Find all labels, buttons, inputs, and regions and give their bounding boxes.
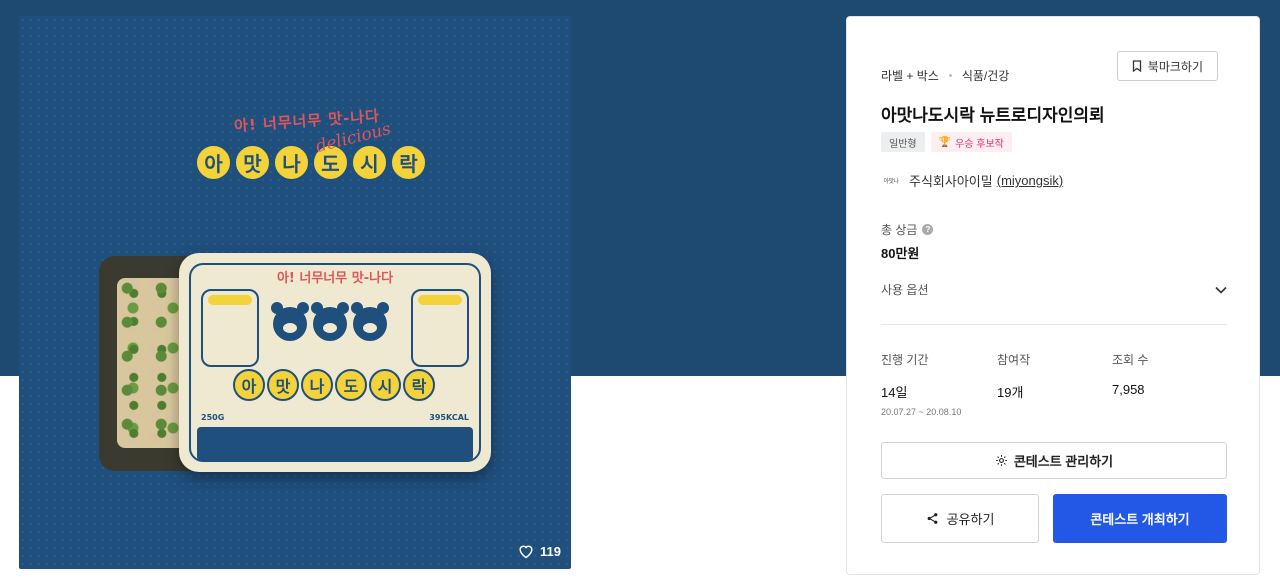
manage-contest-button[interactable]: 콘테스트 관리하기 bbox=[881, 442, 1227, 479]
host-contest-button[interactable]: 콘테스트 개최하기 bbox=[1053, 494, 1227, 543]
like-button[interactable]: 119 bbox=[517, 543, 561, 559]
lid-brand-logo: 아 맛 나 도 시 락 bbox=[233, 369, 435, 401]
brand-char: 아 bbox=[233, 369, 265, 401]
brand-char: 나 bbox=[273, 144, 310, 181]
owner-company: 주식회사아이밀 bbox=[909, 174, 993, 189]
lid-calories: 395KCAL bbox=[429, 413, 469, 422]
bookmark-button[interactable]: 북마크하기 bbox=[1116, 51, 1218, 81]
bear-mascots bbox=[271, 302, 389, 341]
stat-duration-range: 20.07.27 ~ 20.08.10 bbox=[881, 407, 962, 417]
type-badge: 일반형 bbox=[881, 132, 925, 152]
stat-duration-value: 14일 bbox=[881, 385, 908, 400]
brand-char: 시 bbox=[369, 369, 401, 401]
usage-options-label: 사용 옵션 bbox=[881, 283, 929, 297]
bookmark-label: 북마크하기 bbox=[1147, 59, 1203, 74]
like-count: 119 bbox=[540, 543, 561, 559]
brand-char: 맛 bbox=[234, 144, 271, 181]
brand-char: 나 bbox=[301, 369, 333, 401]
breadcrumb-subcategory[interactable]: 식품/건강 bbox=[962, 67, 1010, 84]
trophy-icon: 🏆 bbox=[938, 136, 952, 148]
owner-username-link[interactable]: (miyongsik) bbox=[997, 173, 1063, 188]
stat-participants-value: 19개 bbox=[997, 385, 1024, 400]
chevron-down-icon bbox=[1215, 286, 1227, 294]
breadcrumb-category[interactable]: 라벨 + 박스 bbox=[881, 67, 939, 84]
lid-badge-right bbox=[411, 289, 469, 367]
bear-icon bbox=[311, 302, 349, 341]
share-icon bbox=[927, 513, 937, 524]
heart-icon bbox=[519, 545, 533, 559]
stat-duration-label: 진행 기간 bbox=[881, 353, 929, 367]
contest-tags: 일반형 🏆 우승 후보작 bbox=[881, 132, 1012, 152]
brand-char: 맛 bbox=[267, 369, 299, 401]
contest-artwork-image[interactable]: 아! 너무너무 맛-나다 아 맛 나 도 시 락 delicious 아! 너무… bbox=[19, 16, 571, 569]
prize-value: 80만원 bbox=[881, 246, 920, 261]
stat-views-label: 조회 수 bbox=[1112, 353, 1149, 367]
owner-logo: 아맛나 bbox=[883, 179, 899, 185]
brand-char: 락 bbox=[390, 144, 427, 181]
gear-icon bbox=[995, 455, 1007, 466]
breadcrumb-separator bbox=[948, 74, 952, 77]
stat-participants-label: 참여작 bbox=[997, 353, 1031, 367]
stat-duration: 진행 기간 14일 20.07.27 ~ 20.08.10 bbox=[881, 351, 961, 417]
prize-label-text: 총 상금 bbox=[881, 223, 918, 237]
bear-icon bbox=[351, 302, 389, 341]
award-badge-label: 우승 후보작 bbox=[955, 138, 1004, 150]
contest-title: 아맛나도시락 뉴트로디자인의뢰 bbox=[881, 106, 1105, 125]
stat-participants: 참여작 19개 bbox=[997, 351, 1030, 401]
owner-info[interactable]: 아맛나 주식회사아이밀 (miyongsik) bbox=[881, 171, 1063, 190]
award-badge: 🏆 우승 후보작 bbox=[930, 132, 1012, 152]
lid-info-strip bbox=[197, 427, 473, 461]
contest-info-panel: 라벨 + 박스 식품/건강 북마크하기 아맛나도시락 뉴트로디자인의뢰 일반형 … bbox=[846, 16, 1260, 575]
brand-char: 아 bbox=[195, 144, 232, 181]
breadcrumb: 라벨 + 박스 식품/건강 bbox=[881, 67, 1009, 84]
brand-char: 락 bbox=[403, 369, 435, 401]
brand-char: 시 bbox=[351, 144, 388, 181]
share-label: 공유하기 bbox=[946, 512, 995, 527]
prize-label: 총 상금 ? bbox=[881, 221, 934, 238]
lunchbox-lid: 아! 너무너무 맛-나다 아 맛 나 도 시 락 250G 395KCAL bbox=[179, 253, 491, 472]
help-icon[interactable]: ? bbox=[922, 224, 934, 235]
share-button[interactable]: 공유하기 bbox=[881, 494, 1039, 543]
stat-views: 조회 수 7,958 bbox=[1112, 351, 1148, 397]
lid-tagline: 아! 너무너무 맛-나다 bbox=[276, 271, 394, 286]
divider bbox=[881, 324, 1227, 325]
usage-options-toggle[interactable]: 사용 옵션 bbox=[881, 281, 1227, 298]
lid-weight: 250G bbox=[201, 413, 225, 422]
manage-contest-label: 콘테스트 관리하기 bbox=[1013, 454, 1114, 469]
lid-badge-left bbox=[201, 289, 259, 367]
brand-char: 도 bbox=[335, 369, 367, 401]
artwork-brand-logo: 아 맛 나 도 시 락 bbox=[195, 144, 427, 181]
stat-views-value: 7,958 bbox=[1112, 382, 1145, 397]
bookmark-icon bbox=[1132, 60, 1141, 72]
bear-icon bbox=[271, 302, 309, 341]
